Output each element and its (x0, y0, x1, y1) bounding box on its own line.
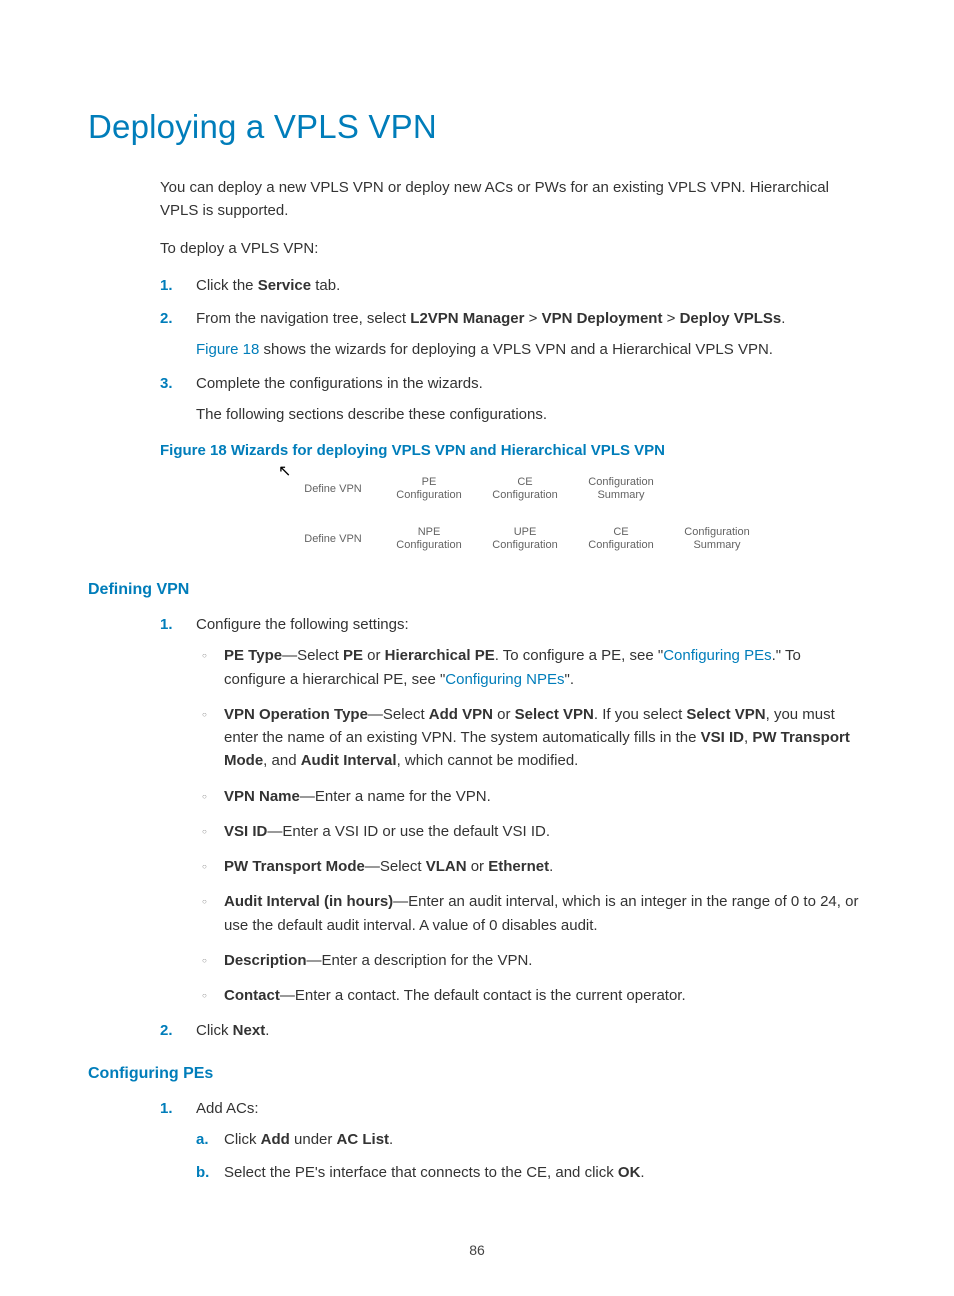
wizard-hier-step-3: UPE Configuration (468, 519, 576, 559)
wizard-diagram: ↖ VPLS VPN Define VPN PE Configuration C… (160, 469, 866, 559)
defining-vpn-step-2: 2. Click Next. (160, 1019, 866, 1042)
intro-block: You can deploy a new VPLS VPN or deploy … (160, 176, 866, 559)
cpe-sub-b: b. Select the PE's interface that connec… (196, 1161, 866, 1184)
step-1-text: Click the Service tab. (196, 274, 866, 297)
wizard-vpls-step-3: CE Configuration (468, 469, 576, 509)
setting-pw-transport-mode: ○ PW Transport Mode—Select VLAN or Ether… (196, 855, 866, 878)
wizard-hier-head: Hierarchical VPLS VPN (160, 519, 288, 559)
configuring-pes-heading: Configuring PEs (88, 1065, 866, 1083)
page: Deploying a VPLS VPN You can deploy a ne… (0, 0, 954, 1296)
main-steps-list: 1. Click the Service tab. 2. From the na… (160, 274, 866, 426)
setting-vpn-operation-type: ○ VPN Operation Type—Select Add VPN or S… (196, 703, 866, 773)
figure-18-link[interactable]: Figure 18 (196, 341, 259, 358)
bullet-icon: ○ (202, 955, 207, 967)
bullet-icon: ○ (202, 709, 207, 721)
sub-b-marker: b. (196, 1161, 209, 1184)
cpe-sub-a: a. Click Add under AC List. (196, 1128, 866, 1151)
wizard-hier-step-4: CE Configuration (564, 519, 672, 559)
figure-18-caption: Figure 18 Wizards for deploying VPLS VPN… (160, 442, 866, 459)
bullet-icon: ○ (202, 990, 207, 1002)
dvpn-step-1-number: 1. (160, 613, 173, 636)
dvpn-step-2-text: Click Next. (196, 1019, 866, 1042)
step-3-line-1: Complete the configurations in the wizar… (196, 372, 866, 395)
step-2-line-1: From the navigation tree, select L2VPN M… (196, 307, 866, 330)
dvpn-settings-list: ○ PE Type—Select PE or Hierarchical PE. … (196, 644, 866, 1007)
setting-contact: ○ Contact—Enter a contact. The default c… (196, 984, 866, 1007)
wizard-vpls-head: VPLS VPN (160, 469, 288, 509)
intro-paragraph-1: You can deploy a new VPLS VPN or deploy … (160, 176, 866, 223)
setting-audit-interval: ○ Audit Interval (in hours)—Enter an aud… (196, 890, 866, 937)
setting-vsi-id: ○ VSI ID—Enter a VSI ID or use the defau… (196, 820, 866, 843)
cpe-step-1-number: 1. (160, 1097, 173, 1120)
setting-vpn-name: ○ VPN Name—Enter a name for the VPN. (196, 785, 866, 808)
wizard-vpls-step-2: PE Configuration (372, 469, 480, 509)
step-3: 3. Complete the configurations in the wi… (160, 372, 866, 427)
step-2: 2. From the navigation tree, select L2VP… (160, 307, 866, 362)
dvpn-step-1-lead: Configure the following settings: (196, 613, 866, 636)
wizard-hier-step-2: NPE Configuration (372, 519, 480, 559)
defining-vpn-heading: Defining VPN (88, 581, 866, 599)
wizard-row-hierarchical: Hierarchical VPLS VPN Define VPN NPE Con… (160, 519, 866, 559)
page-title: Deploying a VPLS VPN (88, 108, 866, 146)
bullet-icon: ○ (202, 826, 207, 838)
bullet-icon: ○ (202, 861, 207, 873)
step-3-line-2: The following sections describe these co… (196, 403, 866, 426)
wizard-vpls-step-4: Configuration Summary (564, 469, 672, 509)
wizard-row-vpls: VPLS VPN Define VPN PE Configuration CE … (160, 469, 866, 509)
config-pes-step-1: 1. Add ACs: a. Click Add under AC List. … (160, 1097, 866, 1185)
bullet-icon: ○ (202, 896, 207, 908)
config-pes-steps: 1. Add ACs: a. Click Add under AC List. … (160, 1097, 866, 1185)
step-1-number: 1. (160, 274, 173, 297)
configuring-pes-link[interactable]: Configuring PEs (663, 647, 771, 664)
sub-a-marker: a. (196, 1128, 209, 1151)
cpe-sub-steps: a. Click Add under AC List. b. Select th… (196, 1128, 866, 1185)
page-number: 86 (0, 1242, 954, 1258)
setting-description: ○ Description—Enter a description for th… (196, 949, 866, 972)
wizard-hier-step-5: Configuration Summary (660, 519, 768, 559)
step-3-number: 3. (160, 372, 173, 395)
setting-pe-type: ○ PE Type—Select PE or Hierarchical PE. … (196, 644, 866, 691)
cpe-step-1-lead: Add ACs: (196, 1097, 866, 1120)
step-2-line-2: Figure 18 shows the wizards for deployin… (196, 338, 866, 361)
defining-vpn-step-1: 1. Configure the following settings: ○ P… (160, 613, 866, 1007)
dvpn-step-2-number: 2. (160, 1019, 173, 1042)
defining-vpn-steps: 1. Configure the following settings: ○ P… (160, 613, 866, 1043)
configuring-npes-link[interactable]: Configuring NPEs (445, 671, 564, 688)
wizard-vpls-step-1: Define VPN (276, 469, 384, 509)
bullet-icon: ○ (202, 650, 207, 662)
intro-paragraph-2: To deploy a VPLS VPN: (160, 237, 866, 260)
wizard-hier-step-1: Define VPN (276, 519, 384, 559)
bullet-icon: ○ (202, 791, 207, 803)
step-1: 1. Click the Service tab. (160, 274, 866, 297)
step-2-number: 2. (160, 307, 173, 330)
